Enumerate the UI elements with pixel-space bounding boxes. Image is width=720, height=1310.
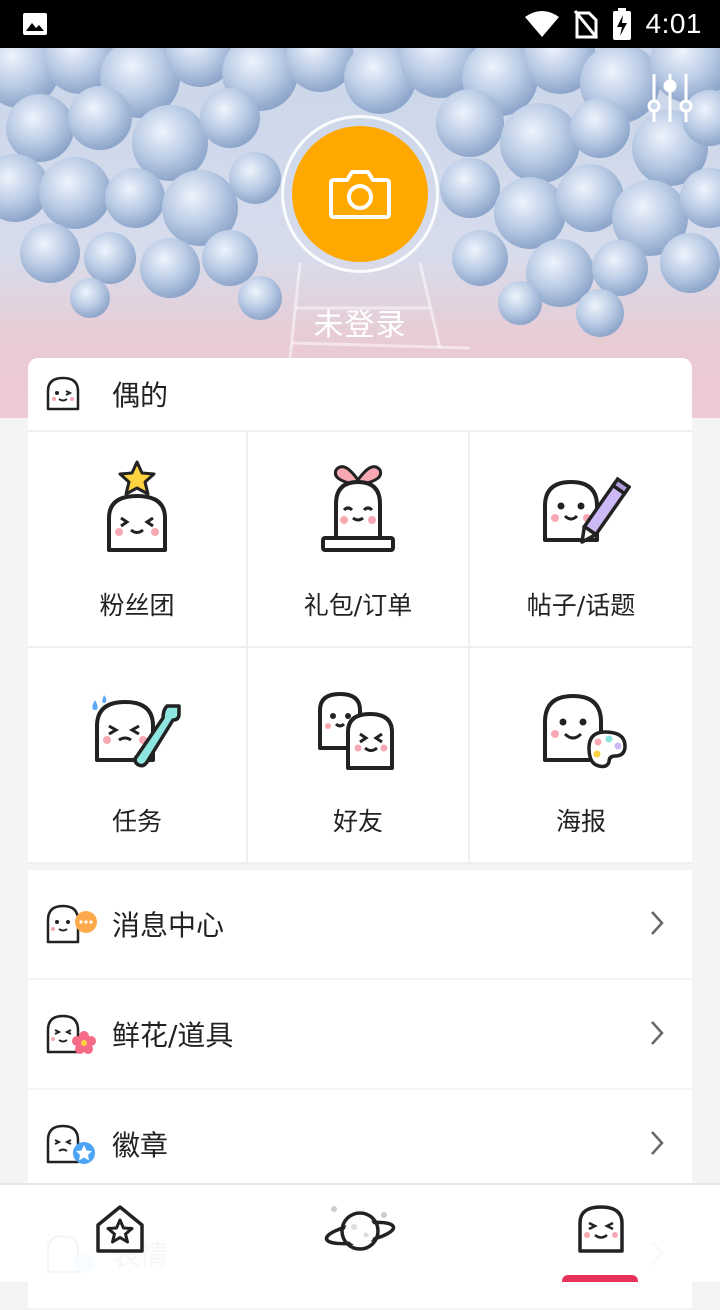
camera-icon [329, 170, 391, 219]
grid-label: 帖子/话题 [526, 591, 636, 620]
grid-label: 粉丝团 [99, 591, 175, 620]
post-topic-icon [543, 476, 631, 544]
list-item-label: 消息中心 [112, 909, 225, 942]
chevron-right-icon [651, 1021, 664, 1045]
grid-item-friends[interactable]: 好友 [248, 648, 470, 864]
gift-order-icon [321, 465, 395, 552]
no-sim-icon [573, 10, 598, 39]
nav-home[interactable] [92, 1203, 148, 1259]
battery-charging-icon [612, 8, 631, 40]
message-icon [46, 904, 97, 944]
avatar[interactable] [281, 115, 439, 273]
grid-item-task[interactable]: 任务 [28, 648, 248, 864]
sliders-icon[interactable] [646, 72, 694, 124]
badge-icon [46, 1124, 95, 1164]
grid-label: 礼包/订单 [303, 591, 413, 620]
me-ghost-icon [578, 1205, 624, 1253]
grid-item-gift-order[interactable]: 礼包/订单 [248, 432, 470, 648]
bottom-navigation [0, 1183, 720, 1282]
fan-club-icon [107, 460, 167, 552]
chevron-right-icon [651, 1131, 664, 1155]
nav-discover[interactable] [322, 1203, 398, 1263]
active-tab-indicator [562, 1275, 638, 1282]
login-status[interactable]: 未登录 [0, 300, 720, 344]
poster-icon [543, 694, 627, 769]
list-item-flowers[interactable]: 鲜花/道具 [28, 980, 692, 1088]
grid-label: 海报 [555, 807, 606, 836]
chevron-right-icon [651, 911, 664, 935]
list-item-label: 鲜花/道具 [112, 1019, 234, 1052]
home-icon [96, 1205, 144, 1253]
grid-label: 好友 [332, 807, 383, 836]
section-header: 偶的 [28, 358, 692, 432]
list-item-messages[interactable]: 消息中心 [28, 870, 692, 978]
avatar-circle[interactable] [292, 126, 428, 262]
flower-icon [46, 1014, 96, 1054]
section-title: 偶的 [112, 379, 169, 412]
feature-grid: 粉丝团 礼包/订单 帖子/话题 任务 好友 海报 [28, 432, 692, 864]
task-icon [92, 695, 181, 768]
image-icon [23, 13, 47, 35]
list-item-label: 徽章 [112, 1129, 169, 1162]
grid-item-post-topic[interactable]: 帖子/话题 [470, 432, 692, 648]
wifi-icon [524, 11, 559, 37]
list-item-badges[interactable]: 徽章 [28, 1090, 692, 1198]
planet-icon [324, 1206, 396, 1251]
grid-item-fan-club[interactable]: 粉丝团 [28, 432, 248, 648]
ghost-icon [46, 376, 80, 411]
grid-label: 任务 [111, 807, 162, 836]
friends-icon [318, 692, 394, 770]
my-section-card: 偶的 粉丝团 礼包/订单 帖子/话题 任务 好友 海报 [28, 358, 692, 864]
status-bar: 4:01 [0, 0, 720, 48]
nav-me[interactable] [576, 1203, 626, 1259]
grid-item-poster[interactable]: 海报 [470, 648, 692, 864]
clock: 4:01 [645, 8, 702, 39]
